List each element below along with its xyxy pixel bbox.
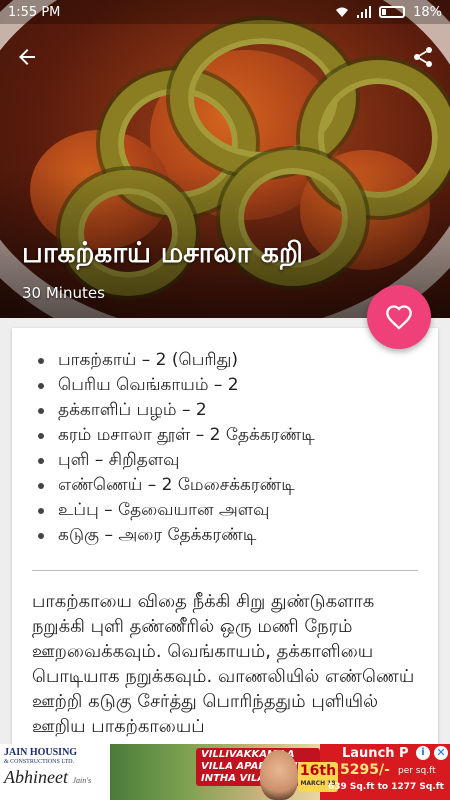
battery-icon [379, 6, 406, 18]
ingredient-item: எண்ணெய் – 2 மேசைக்கரண்டி [38, 473, 438, 498]
ad-brand-line1: JAIN HOUSING [4, 747, 78, 758]
ad-per-sqft: per sq.ft [398, 766, 436, 776]
status-time: 1:55 PM [8, 4, 61, 20]
ingredient-item: பாகற்காய் – 2 (பெரிது) [38, 348, 438, 373]
ad-offer: Launch P 16th MARCH 18 5295/- per sq.ft … [298, 744, 450, 800]
ad-price: 5295/- [340, 762, 390, 778]
section-divider [32, 570, 418, 571]
heart-icon [386, 305, 412, 330]
arrow-back-icon [19, 49, 35, 65]
ad-brand-name-text: Abhineet [4, 767, 68, 787]
status-bar: 1:55 PM 18% [0, 0, 450, 24]
ad-info-icon[interactable]: i [416, 746, 430, 760]
ingredient-item: கடுகு – அரை தேக்கரண்டி [38, 523, 438, 548]
ad-person-image [260, 750, 298, 800]
favorite-button[interactable] [367, 285, 431, 349]
ad-brand-prefix: Jain's [72, 776, 92, 785]
ad-brand: JAIN HOUSING & CONSTRUCTIONS LTD. Abhine… [0, 744, 110, 800]
ingredient-item: புளி – சிறிதளவு [38, 448, 438, 473]
ingredient-item: பெரிய வெங்காயம் – 2 [38, 373, 438, 398]
share-button[interactable] [408, 42, 438, 72]
ad-date-day: 16th [299, 763, 337, 779]
wifi-icon [336, 7, 349, 17]
share-icon [414, 47, 432, 67]
ingredient-item: தக்காளிப் பழம் – 2 [38, 398, 438, 423]
ad-banner[interactable]: JAIN HOUSING & CONSTRUCTIONS LTD. Abhine… [0, 744, 450, 800]
method-text: பாகற்காயை விதை நீக்கி சிறு துண்டுகளாக நற… [32, 591, 415, 737]
ingredient-item: உப்பு – தேவையான அளவு [38, 498, 438, 523]
ingredients-list: பாகற்காய் – 2 (பெரிது) பெரிய வெங்காயம் –… [12, 328, 438, 548]
status-icons: 18% [335, 5, 442, 20]
battery-percent: 18% [413, 4, 442, 20]
signal-icon [357, 6, 372, 18]
ad-brand-name: Abhineet Jain's [4, 766, 106, 792]
ad-close-icon[interactable]: ✕ [434, 746, 448, 760]
ad-brand-line2: & CONSTRUCTIONS LTD. [4, 759, 74, 765]
ingredient-item: கரம் மசாலா தூள் – 2 தேக்கரண்டி [38, 423, 438, 448]
ad-photo: VILLIVAKKAM LA VILLA APARTMENTS INTHA VI… [110, 744, 320, 800]
back-button[interactable] [12, 42, 42, 72]
ad-launch-label: Launch P [342, 746, 409, 761]
recipe-title: பாகற்காய் மசாலா கறி [22, 236, 304, 269]
cook-time: 30 Minutes [22, 284, 105, 302]
ad-range: 639 Sq.ft to 1277 Sq.ft [328, 782, 444, 792]
recipe-card: பாகற்காய் – 2 (பெரிது) பெரிய வெங்காயம் –… [12, 328, 438, 748]
